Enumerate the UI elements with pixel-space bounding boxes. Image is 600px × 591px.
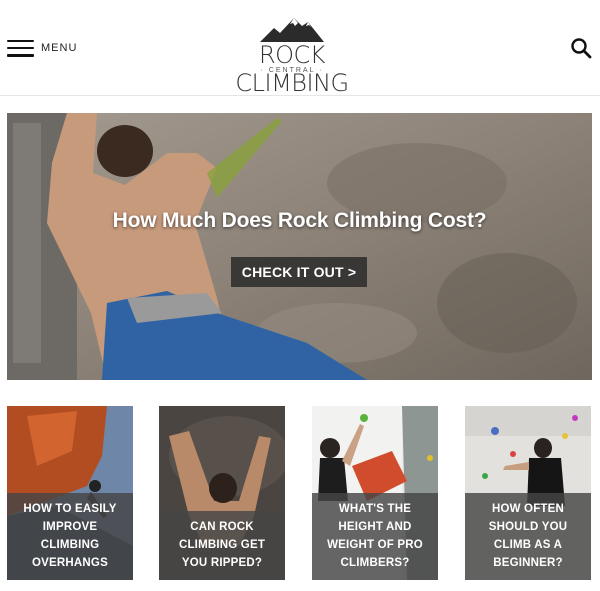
- hero-title[interactable]: How Much Does Rock Climbing Cost?: [7, 209, 592, 233]
- check-it-out-button[interactable]: CHECK IT OUT >: [231, 257, 367, 287]
- article-card[interactable]: WHAT'S THE HEIGHT AND WEIGHT OF PRO CLIM…: [312, 406, 438, 580]
- search-icon[interactable]: [570, 37, 592, 59]
- search-button[interactable]: [570, 37, 592, 59]
- menu-toggle-button[interactable]: MENU: [7, 38, 77, 58]
- card-caption[interactable]: HOW TO EASILY IMPROVE CLIMBING OVERHANGS: [7, 493, 133, 580]
- card-caption[interactable]: CAN ROCK CLIMBING GET YOU RIPPED?: [159, 511, 285, 580]
- hamburger-icon[interactable]: [7, 39, 34, 57]
- article-card[interactable]: HOW OFTEN SHOULD YOU CLIMB AS A BEGINNER…: [465, 406, 591, 580]
- hero-image: [7, 113, 592, 380]
- site-header: MENU ROCK CLIMBING · CENTRAL ·: [0, 0, 600, 97]
- article-card[interactable]: CAN ROCK CLIMBING GET YOU RIPPED?: [159, 406, 285, 580]
- mountain-logo-icon: [260, 18, 324, 42]
- site-logo[interactable]: ROCK CLIMBING · CENTRAL ·: [208, 16, 376, 97]
- article-cards: HOW TO EASILY IMPROVE CLIMBING OVERHANGS…: [7, 406, 592, 580]
- card-caption[interactable]: WHAT'S THE HEIGHT AND WEIGHT OF PRO CLIM…: [312, 493, 438, 580]
- hero-banner[interactable]: How Much Does Rock Climbing Cost? CHECK …: [7, 113, 592, 380]
- article-card[interactable]: HOW TO EASILY IMPROVE CLIMBING OVERHANGS: [7, 406, 133, 580]
- menu-label[interactable]: MENU: [41, 42, 77, 54]
- logo-subtitle: · CENTRAL ·: [260, 67, 324, 74]
- card-caption[interactable]: HOW OFTEN SHOULD YOU CLIMB AS A BEGINNER…: [465, 493, 591, 580]
